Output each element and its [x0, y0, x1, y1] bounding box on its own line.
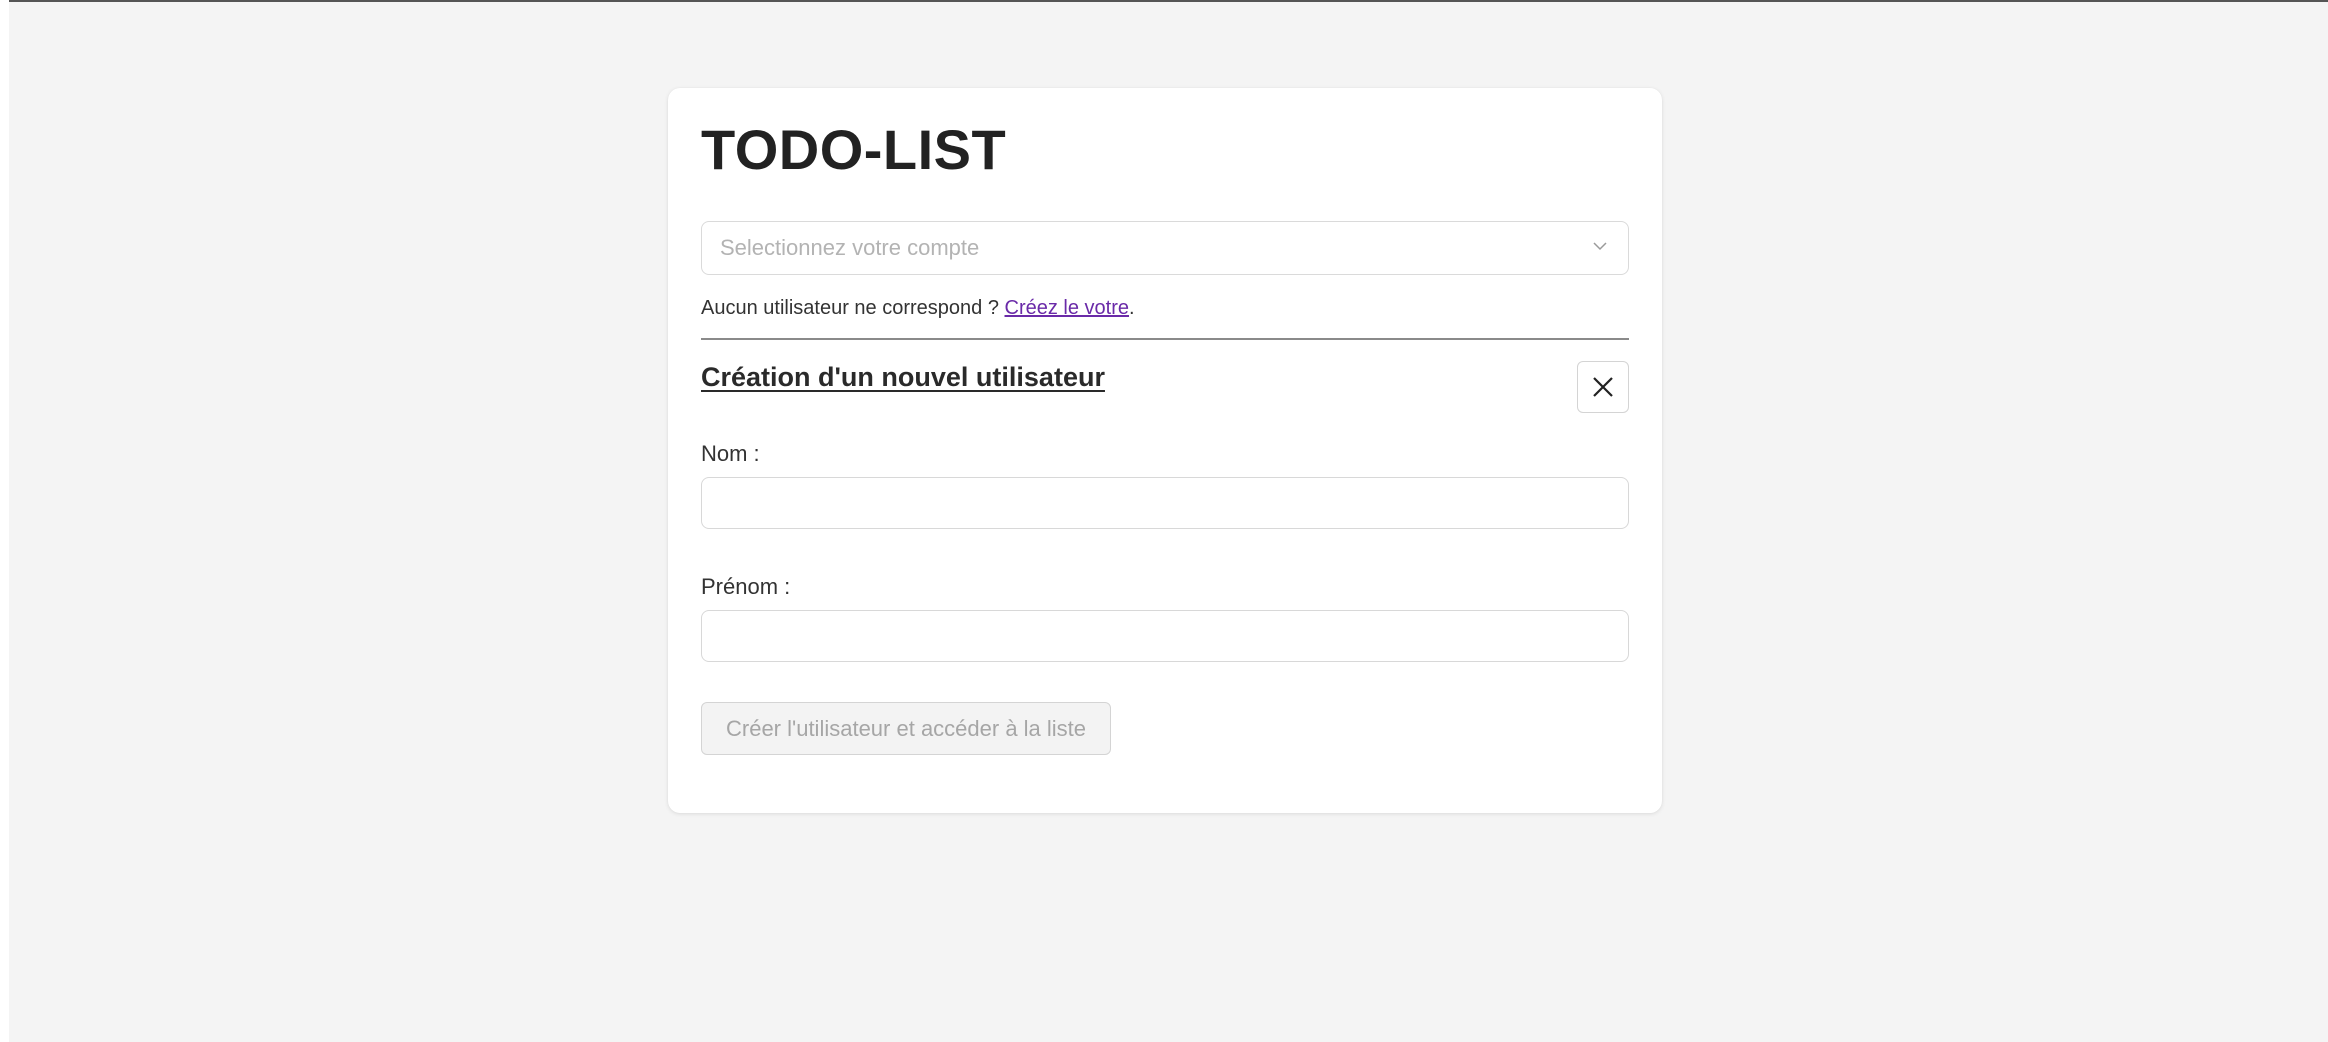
- account-select-placeholder: Selectionnez votre compte: [720, 235, 980, 260]
- login-card: TODO-LIST Selectionnez votre compte Aucu…: [668, 88, 1662, 813]
- create-account-link[interactable]: Créez le votre: [1005, 297, 1130, 319]
- account-select[interactable]: Selectionnez votre compte: [701, 221, 1629, 275]
- no-user-hint: Aucun utilisateur ne correspond ? Créez …: [701, 297, 1629, 320]
- close-icon: [1593, 377, 1613, 397]
- app-title: TODO-LIST: [701, 118, 1007, 181]
- new-user-section-header: Création d'un nouvel utilisateur: [701, 340, 1629, 413]
- page-viewport: TODO-LIST Selectionnez votre compte Aucu…: [9, 0, 2328, 1042]
- prenom-label: Prénom :: [701, 574, 791, 599]
- prenom-input[interactable]: [701, 610, 1629, 662]
- close-form-button[interactable]: [1577, 361, 1629, 413]
- no-user-hint-text: Aucun utilisateur ne correspond ?: [701, 297, 1005, 319]
- create-user-button[interactable]: Créer l'utilisateur et accéder à la list…: [701, 702, 1112, 755]
- new-user-section-title: Création d'un nouvel utilisateur: [701, 362, 1105, 392]
- nom-label: Nom :: [701, 441, 760, 466]
- chevron-down-icon: [1593, 242, 1607, 251]
- nom-input[interactable]: [701, 477, 1629, 529]
- no-user-hint-suffix: .: [1129, 297, 1135, 319]
